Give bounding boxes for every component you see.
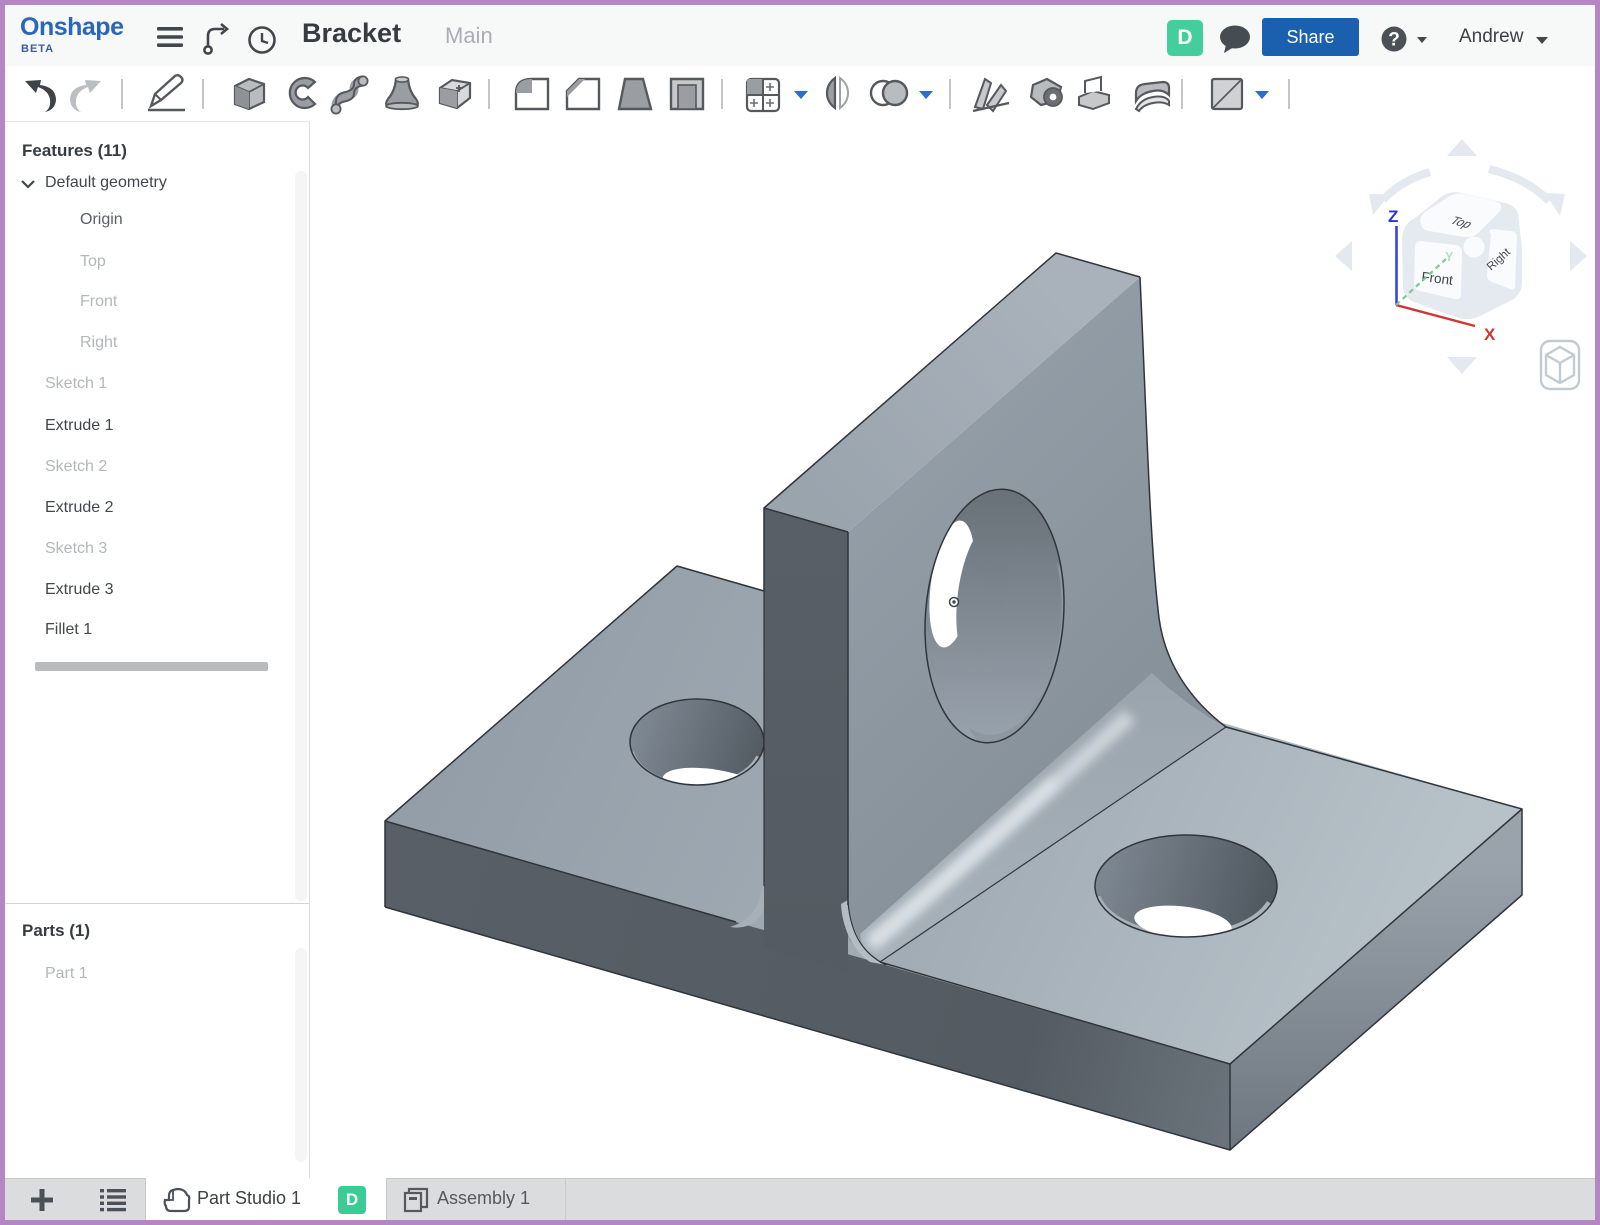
- svg-text:Y: Y: [1445, 250, 1454, 264]
- svg-text:Z: Z: [1388, 207, 1398, 226]
- svg-text:X: X: [1484, 325, 1496, 344]
- svg-text:?: ?: [1388, 30, 1400, 51]
